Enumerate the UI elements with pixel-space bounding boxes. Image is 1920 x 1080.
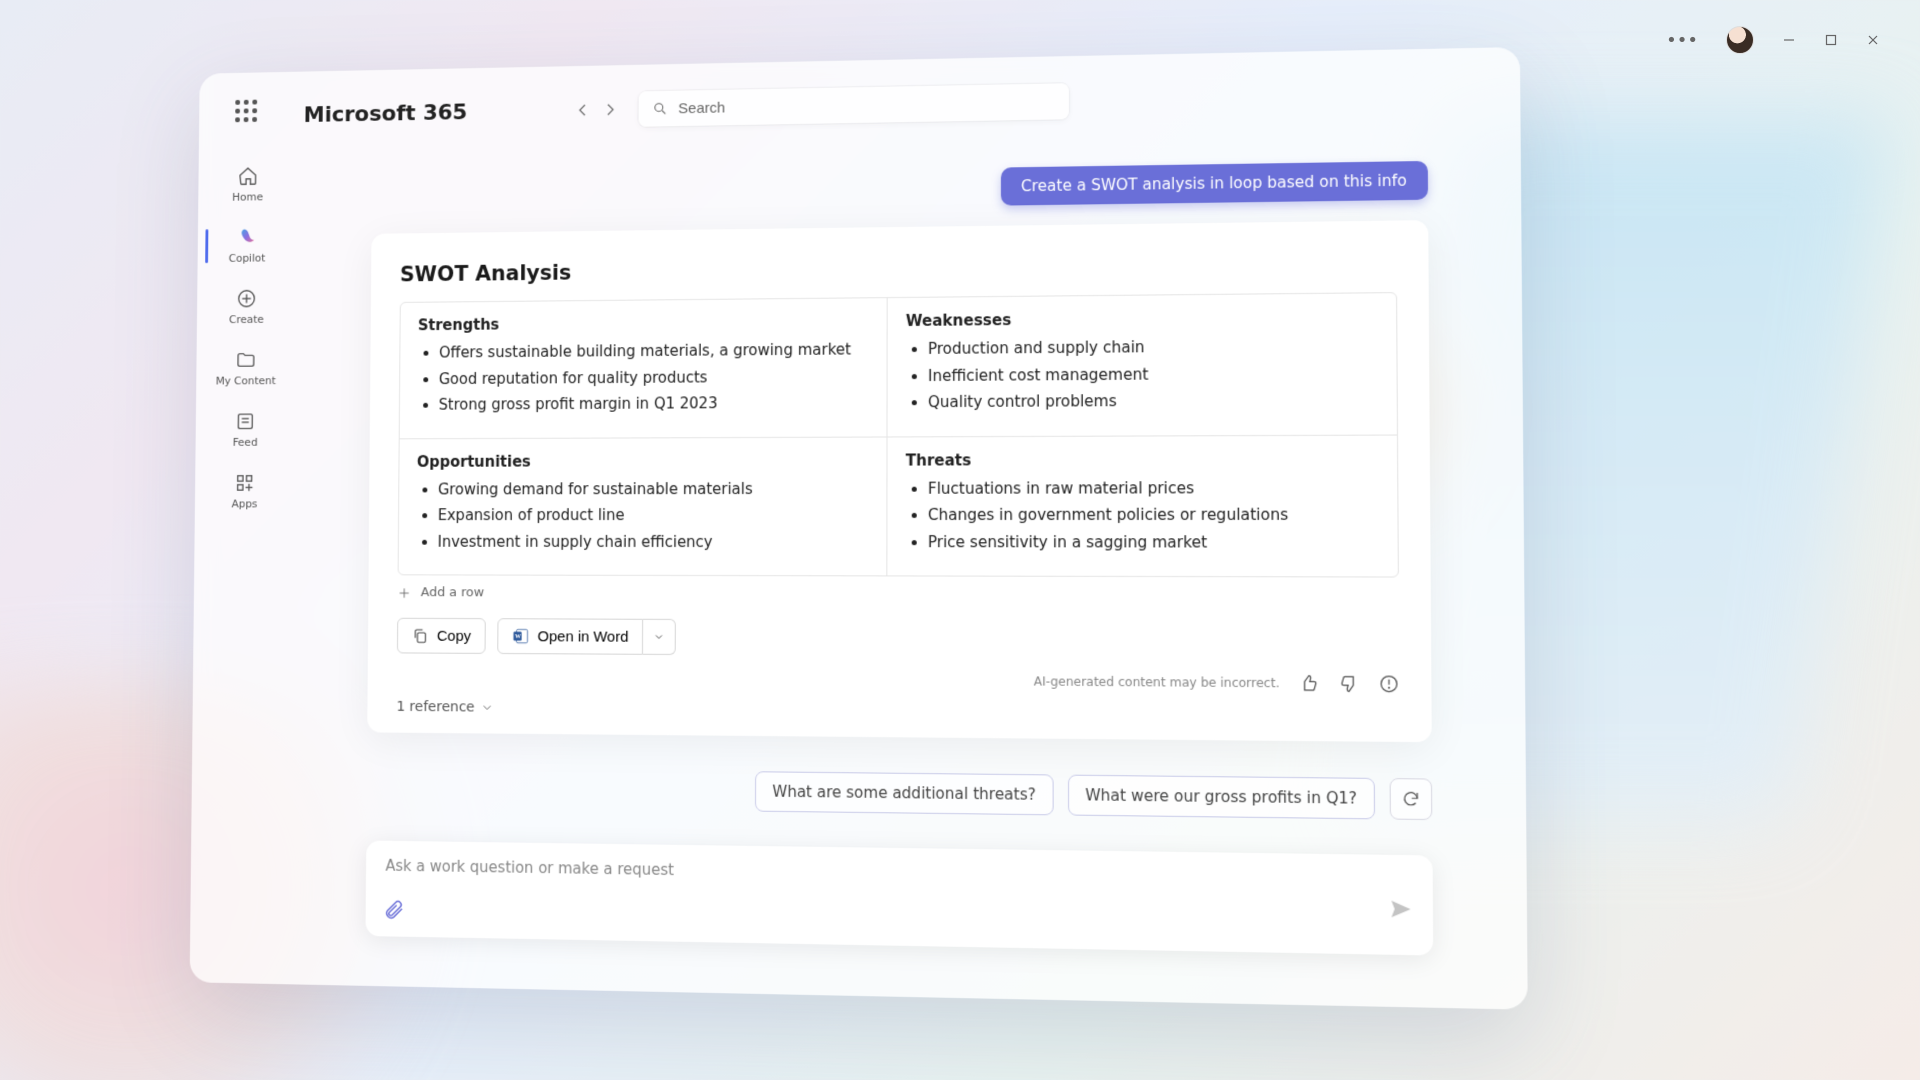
nav-item-my-content[interactable]: My Content [196,339,296,397]
folder-icon [235,349,256,371]
window-maximize-button[interactable] [1824,33,1838,47]
list-item: Investment in supply chain efficiency [438,530,869,553]
list-item: Production and supply chain [928,334,1378,360]
swot-strengths-cell: Strengths Offers sustainable building ma… [400,298,888,439]
list-item: Strong gross profit margin in Q1 2023 [439,391,869,416]
nav-item-home[interactable]: Home [198,155,297,214]
plus-circle-icon [236,288,257,310]
list-item: Price sensitivity in a sagging market [928,531,1379,554]
list-item: Inefficient cost management [928,361,1378,387]
list-item: Offers sustainable building materials, a… [439,338,869,364]
add-row-button[interactable]: Add a row [397,585,1399,603]
open-in-word-label: Open in Word [538,628,629,645]
copy-icon [412,627,430,645]
nav-item-label: Feed [233,436,258,449]
refresh-suggestions-button[interactable] [1390,778,1433,820]
nav-item-label: My Content [216,374,276,387]
back-button[interactable] [574,101,592,119]
list-item: Changes in government policies or regula… [928,503,1379,526]
svg-text:W: W [515,634,521,640]
nav-item-label: Create [229,313,264,326]
list-item: Quality control problems [928,388,1378,413]
assistant-response-card: SWOT Analysis Strengths Offers sustainab… [367,220,1432,742]
attach-button[interactable] [383,898,405,924]
refresh-icon [1401,790,1420,809]
more-button[interactable]: ••• [1666,30,1698,51]
suggestion-pill[interactable]: What were our gross profits in Q1? [1068,775,1375,820]
references-label: 1 reference [396,699,474,716]
copy-label: Copy [437,627,471,644]
feed-icon [235,411,256,433]
plus-icon [397,586,411,600]
open-in-word-button[interactable]: W Open in Word [497,618,643,655]
swot-threats-cell: Threats Fluctuations in raw material pri… [887,435,1397,576]
nav-item-label: Apps [231,498,257,511]
window-minimize-button[interactable] [1782,33,1796,47]
suggestion-pill[interactable]: What are some additional threats? [755,771,1053,815]
list-item: Fluctuations in raw material prices [928,476,1378,500]
search-box[interactable] [639,83,1070,127]
avatar[interactable] [1726,26,1754,54]
forward-button[interactable] [602,101,620,119]
copy-button[interactable]: Copy [397,618,486,654]
chevron-down-icon [653,631,665,643]
quadrant-heading: Weaknesses [906,308,1378,330]
app-title: Microsoft 365 [304,100,468,127]
nav-item-create[interactable]: Create [197,278,297,336]
chat-input-box[interactable] [365,841,1433,956]
paperclip-icon [383,898,405,920]
send-button[interactable] [1388,896,1414,926]
nav-item-apps[interactable]: Apps [195,462,295,520]
references-toggle[interactable]: 1 reference [396,699,1399,723]
app-launcher-icon[interactable] [235,100,262,128]
search-input[interactable] [678,96,876,116]
window-close-button[interactable] [1866,33,1880,47]
add-row-label: Add a row [421,585,484,600]
swot-weaknesses-cell: Weaknesses Production and supply chain I… [888,293,1397,437]
user-message: Create a SWOT analysis in loop based on … [1001,161,1428,206]
apps-icon [234,472,255,494]
search-icon [653,101,669,117]
nav-item-label: Copilot [229,252,266,265]
ai-disclaimer: AI-generated content may be incorrect. [1034,674,1280,690]
send-icon [1388,896,1414,921]
word-icon: W [512,627,530,645]
nav-item-copilot[interactable]: Copilot [197,216,296,275]
quadrant-heading: Opportunities [417,451,869,470]
nav-item-label: Home [232,191,263,204]
swot-opportunities-cell: Opportunities Growing demand for sustain… [399,437,888,575]
nav-item-feed[interactable]: Feed [195,401,295,459]
response-title: SWOT Analysis [400,251,1397,286]
swot-table: Strengths Offers sustainable building ma… [398,292,1399,577]
list-item: Good reputation for quality products [439,365,869,390]
quadrant-heading: Strengths [418,312,869,334]
chat-input[interactable] [385,857,1369,909]
list-item: Expansion of product line [438,504,869,527]
thumbs-up-icon[interactable] [1298,673,1319,694]
quadrant-heading: Threats [906,449,1379,469]
open-in-word-dropdown[interactable] [643,619,676,655]
home-icon [237,165,258,187]
list-item: Growing demand for sustainable materials [438,477,868,500]
chevron-down-icon [480,701,494,715]
copilot-icon [237,227,258,249]
report-icon[interactable] [1378,673,1399,694]
thumbs-down-icon[interactable] [1338,673,1359,694]
